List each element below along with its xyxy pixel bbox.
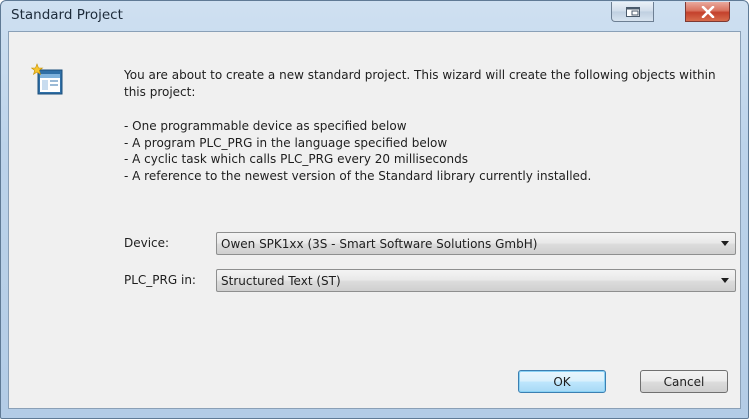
list-item: - One programmable device as specified b…	[124, 119, 407, 133]
list-item: - A program PLC_PRG in the language spec…	[124, 135, 448, 150]
objects-list: - One programmable device as specified b…	[124, 118, 734, 184]
dialog-client-area: You are about to create a new standard p…	[8, 31, 741, 409]
window-title: Standard Project	[11, 7, 123, 23]
ok-button[interactable]: OK	[518, 370, 606, 393]
plc-prg-language-dropdown[interactable]: Structured Text (ST)	[216, 269, 736, 292]
close-button[interactable]	[685, 2, 730, 22]
chevron-down-icon	[721, 278, 729, 283]
list-item: - A reference to the newest version of t…	[124, 168, 592, 183]
device-dropdown[interactable]: Owen SPK1xx (3S - Smart Software Solutio…	[216, 232, 736, 255]
language-value: Structured Text (ST)	[221, 274, 341, 288]
device-label: Device:	[124, 236, 170, 250]
chevron-down-icon	[721, 241, 729, 246]
list-item: - A cyclic task which calls PLC_PRG ever…	[124, 152, 468, 166]
close-icon	[701, 5, 714, 18]
cancel-button[interactable]: Cancel	[640, 370, 728, 393]
restore-icon	[625, 6, 640, 17]
restore-button[interactable]	[611, 2, 654, 22]
wizard-project-icon	[31, 63, 63, 95]
intro-text: You are about to create a new standard p…	[124, 68, 716, 99]
device-value: Owen SPK1xx (3S - Smart Software Solutio…	[221, 237, 538, 251]
plc-prg-language-label: PLC_PRG in:	[124, 273, 196, 287]
title-bar[interactable]: Standard Project	[1, 1, 748, 31]
standard-project-dialog: Standard Project You are about to create…	[0, 0, 749, 419]
